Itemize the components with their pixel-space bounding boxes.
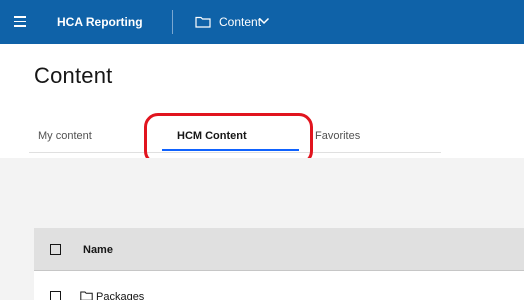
breadcrumb-content[interactable]: Content bbox=[219, 15, 261, 29]
folder-icon bbox=[80, 291, 93, 300]
hamburger-icon[interactable] bbox=[14, 16, 26, 27]
tab-my-content[interactable]: My content bbox=[38, 130, 92, 142]
column-header-name[interactable]: Name bbox=[83, 244, 113, 256]
app-title[interactable]: HCA Reporting bbox=[57, 15, 143, 29]
folder-icon bbox=[195, 16, 211, 28]
table-row[interactable]: Packages bbox=[34, 271, 524, 300]
top-bar: HCA Reporting Content bbox=[0, 0, 524, 44]
select-all-checkbox[interactable] bbox=[50, 244, 61, 255]
page-title: Content bbox=[34, 63, 113, 88]
row-checkbox[interactable] bbox=[50, 291, 61, 300]
chevron-down-icon[interactable] bbox=[258, 16, 270, 26]
tab-favorites[interactable]: Favorites bbox=[315, 130, 360, 142]
row-name[interactable]: Packages bbox=[96, 291, 144, 300]
table-header: Name bbox=[34, 228, 524, 271]
header-divider bbox=[172, 10, 173, 34]
